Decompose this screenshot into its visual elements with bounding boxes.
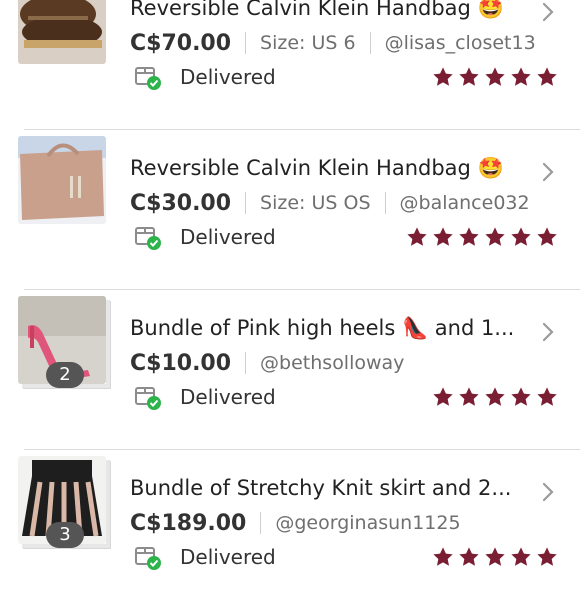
rating-stars [402,226,558,248]
order-row[interactable]: 2 Bundle of Pink high heels 👠 and 1... C… [0,290,580,450]
star-icon [485,227,505,246]
meta-divider [384,192,386,214]
star-icon [511,547,531,566]
meta-divider [369,32,371,54]
star-icon [485,387,505,406]
status-label: Delivered [180,225,276,249]
star-icon [433,387,453,406]
delivery-status: Delivered [133,222,276,252]
package-delivered-icon [135,227,161,250]
item-price: C$10.00 [130,350,232,376]
seller-username[interactable]: @bethsolloway [260,352,404,374]
seller-username[interactable]: @balance032 [400,192,530,214]
star-icon [459,547,479,566]
rating-stars [428,66,558,88]
rating-stars [428,386,558,408]
bundle-count-badge: 3 [46,522,84,548]
item-size: Size: US OS [260,192,371,214]
star-icon [459,387,479,406]
meta-divider [260,512,262,534]
item-thumbnail[interactable]: 2 [18,296,106,388]
star-icon [433,547,453,566]
meta-divider [245,32,247,54]
item-title: Reversible Calvin Klein Handbag 🤩 [130,156,504,180]
chevron-right-icon[interactable] [538,0,558,24]
status-label: Delivered [180,385,276,409]
order-row[interactable]: Reversible Calvin Klein Handbag 🤩 C$70.0… [0,0,580,130]
item-price: C$30.00 [130,190,232,216]
star-icon [537,227,557,246]
delivery-status: Delivered [133,542,276,572]
item-meta: C$189.00 @georginasun1125 [130,508,461,538]
chevron-right-icon[interactable] [538,480,558,504]
item-meta: C$10.00 @bethsolloway [130,348,404,378]
item-thumbnail[interactable] [18,0,106,64]
boots-image [18,0,106,64]
handbag-image [18,136,106,224]
chevron-right-icon[interactable] [538,320,558,344]
rating-stars [428,546,558,568]
order-row[interactable]: Reversible Calvin Klein Handbag 🤩 C$30.0… [0,130,580,290]
item-meta: C$70.00 Size: US 6 @lisas_closet13 [130,28,536,58]
package-delivered-icon [135,387,161,410]
bundle-count-badge: 2 [46,362,84,388]
item-thumbnail[interactable] [18,136,106,224]
item-thumbnail[interactable]: 3 [18,456,106,548]
item-price: C$70.00 [130,30,232,56]
item-title: Reversible Calvin Klein Handbag 🤩 [130,0,504,20]
meta-divider [245,352,247,374]
seller-username[interactable]: @lisas_closet13 [385,32,536,54]
star-icon [433,227,453,246]
star-icon [459,67,479,86]
status-label: Delivered [180,545,276,569]
seller-username[interactable]: @georginasun1125 [275,512,460,534]
meta-divider [245,192,247,214]
chevron-right-icon[interactable] [538,160,558,184]
star-icon [537,67,557,86]
star-icon [511,227,531,246]
delivery-status: Delivered [133,382,276,412]
item-meta: C$30.00 Size: US OS @balance032 [130,188,530,218]
item-title: Bundle of Stretchy Knit skirt and 2... [130,476,512,500]
star-icon [433,67,453,86]
item-title: Bundle of Pink high heels 👠 and 1... [130,316,515,340]
order-list: Reversible Calvin Klein Handbag 🤩 C$70.0… [0,0,580,610]
star-icon [485,67,505,86]
star-icon [511,387,531,406]
star-icon [485,547,505,566]
star-icon [511,67,531,86]
delivery-status: Delivered [133,62,276,92]
package-delivered-icon [135,547,161,570]
star-icon [459,227,479,246]
star-icon [537,387,557,406]
order-row[interactable]: 3 Bundle of Stretchy Knit skirt and 2...… [0,450,580,610]
item-size: Size: US 6 [260,32,356,54]
star-icon [407,227,427,246]
status-label: Delivered [180,65,276,89]
item-price: C$189.00 [130,510,247,536]
star-icon [537,547,557,566]
package-delivered-icon [135,67,161,90]
